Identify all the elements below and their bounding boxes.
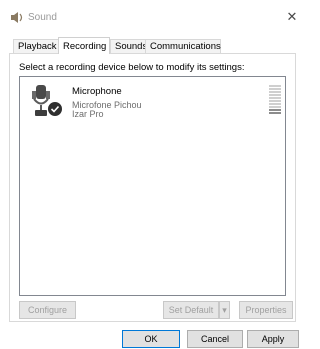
apply-button[interactable]: Apply <box>247 330 299 348</box>
level-meter-segment <box>269 109 281 111</box>
configure-label: Configure <box>27 305 68 315</box>
chevron-down-icon: ▾ <box>222 305 227 315</box>
level-meter-segment <box>269 112 281 114</box>
cancel-button[interactable]: Cancel <box>187 330 243 348</box>
level-meter-segment <box>269 97 281 99</box>
tab-recording[interactable]: Recording <box>58 37 110 54</box>
apply-label: Apply <box>261 334 285 344</box>
level-meter-segment <box>269 100 281 102</box>
level-meter-segment <box>269 103 281 105</box>
close-button[interactable]: ✕ <box>280 6 304 28</box>
cancel-label: Cancel <box>200 334 229 344</box>
level-meter-segment <box>269 88 281 90</box>
properties-button[interactable]: Properties <box>239 301 293 319</box>
instructions-text: Select a recording device below to modif… <box>19 62 245 73</box>
window-title: Sound <box>28 12 57 23</box>
set-default-dropdown[interactable]: ▾ <box>219 301 230 319</box>
tab-label: Communications <box>150 41 221 52</box>
tab-communications[interactable]: Communications <box>145 39 221 54</box>
device-description-line2: Izar Pro <box>72 109 104 119</box>
recording-panel: Select a recording device below to modif… <box>9 53 296 322</box>
tab-sounds[interactable]: Sounds <box>110 39 150 54</box>
configure-button[interactable]: Configure <box>19 301 76 319</box>
microphone-icon <box>32 85 63 117</box>
tab-label: Sounds <box>115 41 148 52</box>
level-meter-segment <box>269 94 281 96</box>
ok-button[interactable]: OK <box>122 330 180 348</box>
level-meter-segment <box>269 91 281 93</box>
default-check-icon <box>47 101 63 117</box>
speaker-icon <box>11 12 23 23</box>
ok-label: OK <box>144 334 158 344</box>
level-meter <box>269 85 281 117</box>
tab-label: Recording <box>63 41 107 52</box>
properties-label: Properties <box>245 305 287 315</box>
level-meter-segment <box>269 106 281 108</box>
device-name: Microphone <box>72 86 122 97</box>
tab-label: Playback <box>18 41 57 52</box>
title-bar: Sound ✕ <box>0 0 304 32</box>
close-icon: ✕ <box>286 9 298 24</box>
device-list[interactable]: Microphone Microfone Pichou Izar Pro <box>19 76 286 296</box>
set-default-button[interactable]: Set Default <box>163 301 219 319</box>
dialog-footer: OK Cancel Apply <box>0 323 304 349</box>
set-default-label: Set Default <box>168 305 214 315</box>
device-item-microphone[interactable]: Microphone Microfone Pichou Izar Pro <box>20 77 285 127</box>
tab-playback[interactable]: Playback <box>13 39 59 54</box>
level-meter-segment <box>269 85 281 87</box>
